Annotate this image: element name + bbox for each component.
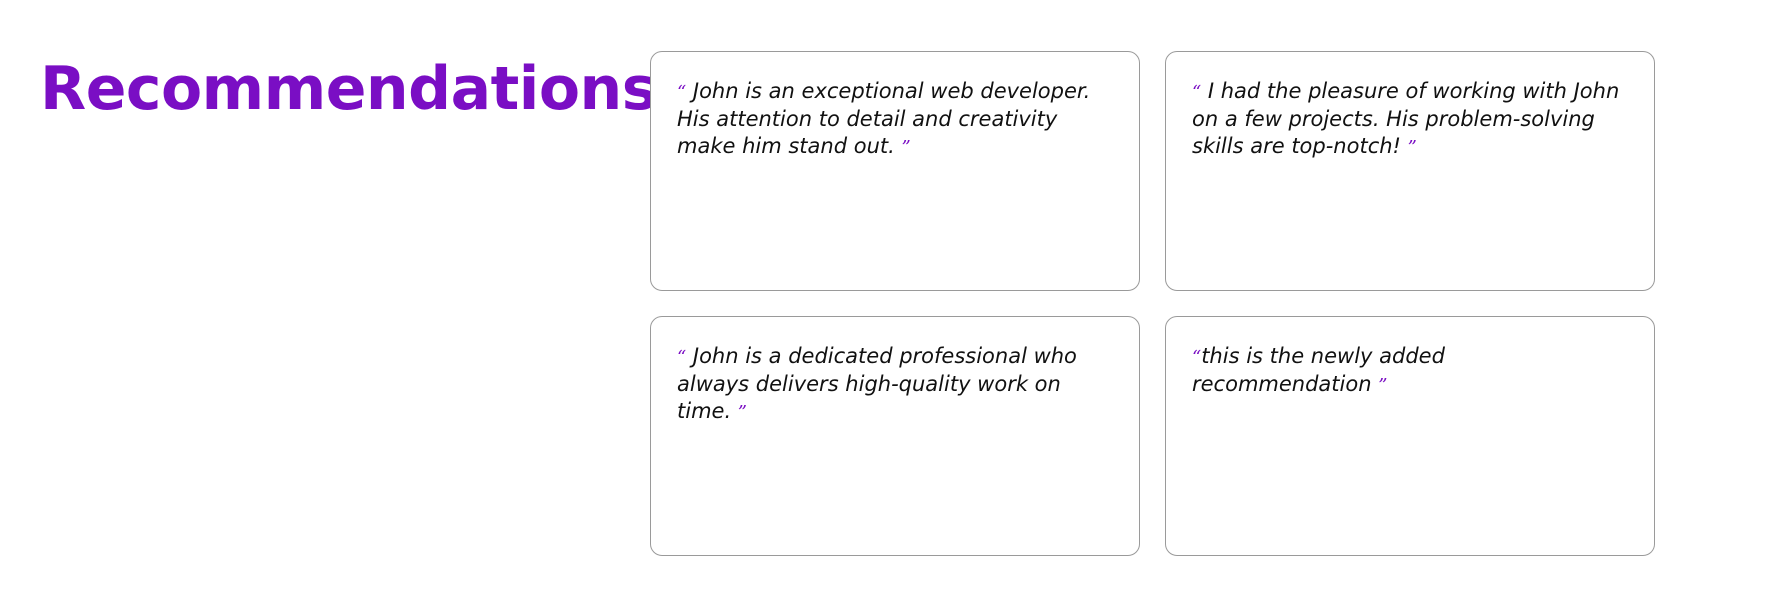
recommendation-card: “ I had the pleasure of working with Joh… <box>1165 51 1655 291</box>
close-quote-icon: ” <box>901 137 911 158</box>
close-quote-icon: ” <box>1378 375 1388 396</box>
recommendation-text: this is the newly added recommendation <box>1192 344 1445 396</box>
recommendation-quote: “ John is an exceptional web developer. … <box>677 78 1115 161</box>
recommendation-card: “ John is an exceptional web developer. … <box>650 51 1140 291</box>
close-quote-icon: ” <box>1407 137 1417 158</box>
recommendation-quote: “ I had the pleasure of working with Joh… <box>1192 78 1630 161</box>
section-title: Recommendations <box>40 54 657 124</box>
open-quote-icon: “ <box>677 82 687 103</box>
open-quote-icon: “ <box>1192 82 1202 103</box>
recommendation-quote: “ John is a dedicated professional who a… <box>677 343 1115 426</box>
open-quote-icon: “ <box>677 347 687 368</box>
recommendations-grid: “ John is an exceptional web developer. … <box>650 51 1655 556</box>
recommendation-text: I had the pleasure of working with John … <box>1192 79 1620 158</box>
recommendation-text: John is an exceptional web developer. Hi… <box>677 79 1091 158</box>
recommendation-card: “this is the newly added recommendation … <box>1165 316 1655 556</box>
recommendation-card: “ John is a dedicated professional who a… <box>650 316 1140 556</box>
open-quote-icon: “ <box>1192 347 1202 368</box>
recommendation-quote: “this is the newly added recommendation … <box>1192 343 1630 399</box>
close-quote-icon: ” <box>737 402 747 423</box>
